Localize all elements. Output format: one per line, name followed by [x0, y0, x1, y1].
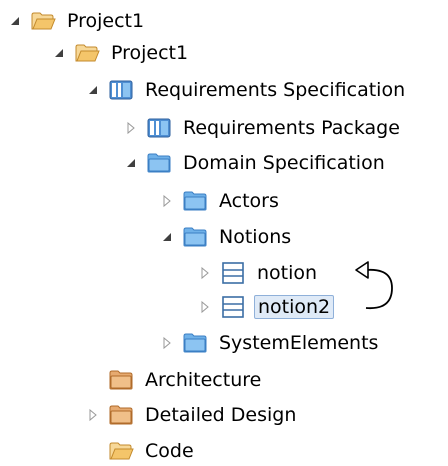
tree-item-domain-specification[interactable]: Domain Specification: [124, 148, 388, 178]
brown-folder-icon: [108, 404, 134, 426]
tree-label: Actors: [219, 190, 279, 212]
tree-toggle-spacer: [86, 444, 100, 458]
triangle-right-icon[interactable]: [160, 336, 174, 350]
notion-element-icon: [220, 296, 246, 318]
tree-item-code[interactable]: Code: [86, 436, 197, 466]
tree-label: Detailed Design: [145, 404, 297, 426]
triangle-down-icon[interactable]: [52, 46, 66, 60]
tree-label: Project1: [111, 42, 189, 64]
brown-folder-icon: [108, 369, 134, 391]
open-folder-icon: [30, 10, 56, 32]
blue-folder-icon: [182, 190, 208, 212]
tree-item-notions[interactable]: Notions: [160, 222, 294, 252]
tree-label: Project1: [67, 10, 145, 32]
tree-label: notion2: [254, 295, 335, 319]
triangle-right-icon[interactable]: [124, 121, 138, 135]
package-folder-icon: [146, 117, 172, 139]
triangle-down-icon[interactable]: [124, 156, 138, 170]
tree-label: Requirements Package: [183, 117, 400, 139]
open-folder-icon: [108, 440, 134, 462]
triangle-right-icon[interactable]: [160, 194, 174, 208]
tree-label: Domain Specification: [183, 152, 385, 174]
triangle-down-icon[interactable]: [160, 230, 174, 244]
triangle-right-icon[interactable]: [198, 266, 212, 280]
tree-item-project-root[interactable]: Project1: [8, 6, 147, 36]
tree-item-requirements-specification[interactable]: Requirements Specification: [86, 75, 408, 105]
curved-arrow-icon: [355, 261, 393, 310]
tree-item-architecture[interactable]: Architecture: [86, 365, 264, 395]
blue-folder-icon: [146, 152, 172, 174]
tree-item-actors[interactable]: Actors: [160, 186, 282, 216]
notion-element-icon: [220, 262, 246, 284]
tree-label: SystemElements: [219, 332, 379, 354]
triangle-right-icon[interactable]: [86, 408, 100, 422]
tree-label: Architecture: [145, 369, 262, 391]
tree-item-detailed-design[interactable]: Detailed Design: [86, 400, 299, 430]
triangle-down-icon[interactable]: [86, 83, 100, 97]
tree-label: Code: [145, 440, 194, 462]
triangle-right-icon[interactable]: [198, 300, 212, 314]
tree-item-requirements-package[interactable]: Requirements Package: [124, 113, 403, 143]
tree-item-system-elements[interactable]: SystemElements: [160, 328, 381, 358]
package-folder-icon: [108, 79, 134, 101]
tree-label: Notions: [219, 226, 292, 248]
triangle-down-icon[interactable]: [8, 14, 22, 28]
tree-toggle-spacer: [86, 373, 100, 387]
tree-label: Requirements Specification: [145, 79, 406, 101]
open-folder-icon: [74, 42, 100, 64]
blue-folder-icon: [182, 226, 208, 248]
tree-item-project-child[interactable]: Project1: [52, 38, 191, 68]
tree-item-notion2[interactable]: notion2: [198, 292, 335, 322]
blue-folder-icon: [182, 332, 208, 354]
tree-item-notion[interactable]: notion: [198, 258, 320, 288]
tree-label: notion: [257, 262, 318, 284]
